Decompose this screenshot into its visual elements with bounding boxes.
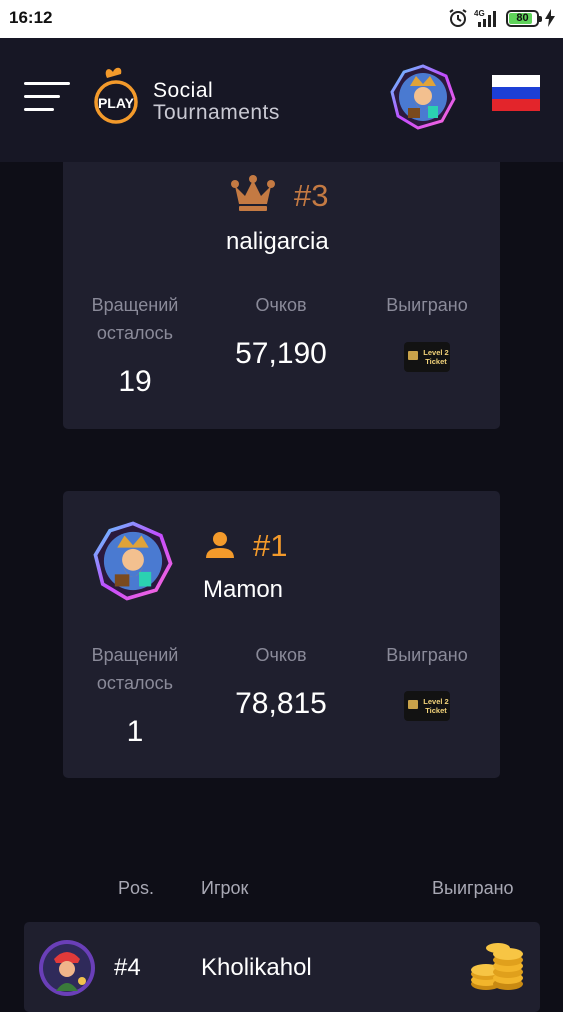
hamburger-menu-icon[interactable] [24, 80, 70, 114]
network-label: 4G [474, 9, 485, 18]
points-value: 57,190 [235, 337, 327, 370]
current-player-card: #1 Mamon Вращений осталось 1 Очков 78,81… [63, 491, 500, 778]
battery-level: 80 [516, 12, 529, 24]
coins-icon [471, 943, 523, 990]
status-time: 16:12 [9, 8, 53, 27]
signal-icon: 4G [474, 9, 496, 27]
column-header-player: Игрок [201, 878, 249, 898]
app-header: PLAY Social Tournaments [0, 38, 563, 162]
status-bar: 16:12 4G 80 [0, 0, 563, 38]
won-label: Выиграно [386, 295, 468, 315]
level-2-ticket-icon: Level 2 Ticket [404, 691, 450, 721]
podium-card-third: #3 naligarcia Вращений осталось 19 Очков… [63, 162, 500, 429]
svg-text:Level 2: Level 2 [423, 348, 448, 357]
table-row[interactable]: #4 Kholikahol [24, 922, 540, 1012]
column-header-pos: Pos. [118, 878, 155, 898]
brand-title: Social Tournaments [153, 80, 280, 124]
svg-text:Ticket: Ticket [425, 357, 447, 366]
battery-icon: 80 [506, 9, 542, 27]
pragmatic-play-logo: PLAY [94, 67, 138, 124]
spins-left-value: 19 [118, 365, 152, 398]
points-label: Очков [255, 295, 307, 315]
crown-icon [231, 175, 275, 211]
points-value: 78,815 [235, 687, 327, 720]
brand-line-1: Social [153, 79, 214, 102]
won-label: Выиграно [386, 645, 468, 665]
rank-label: #1 [253, 528, 288, 563]
player-name: Mamon [203, 576, 284, 603]
spins-left-label: Вращений осталось [91, 295, 179, 343]
russian-flag-icon[interactable] [492, 75, 540, 111]
level-2-ticket-icon: Level 2 Ticket [404, 342, 450, 372]
column-header-won: Выиграно [432, 878, 514, 898]
alarm-icon [449, 9, 467, 27]
status-icons: 4G 80 [448, 7, 555, 29]
svg-text:Level 2: Level 2 [423, 697, 448, 706]
row-player-name: Kholikahol [201, 954, 312, 981]
svg-text:Ticket: Ticket [425, 706, 447, 715]
profile-avatar[interactable] [390, 64, 456, 130]
brand-line-2: Tournaments [153, 101, 280, 124]
charging-icon [545, 9, 555, 27]
user-icon [206, 532, 234, 558]
points-label: Очков [255, 645, 307, 665]
rank-label: #3 [294, 178, 329, 213]
player-name: naligarcia [226, 228, 329, 255]
player-avatar [93, 521, 173, 601]
logo-text: PLAY [98, 95, 135, 111]
spins-left-label: Вращений осталось [91, 645, 179, 693]
row-position: #4 [114, 954, 141, 981]
spins-left-value: 1 [126, 715, 144, 748]
player-avatar [39, 940, 95, 996]
